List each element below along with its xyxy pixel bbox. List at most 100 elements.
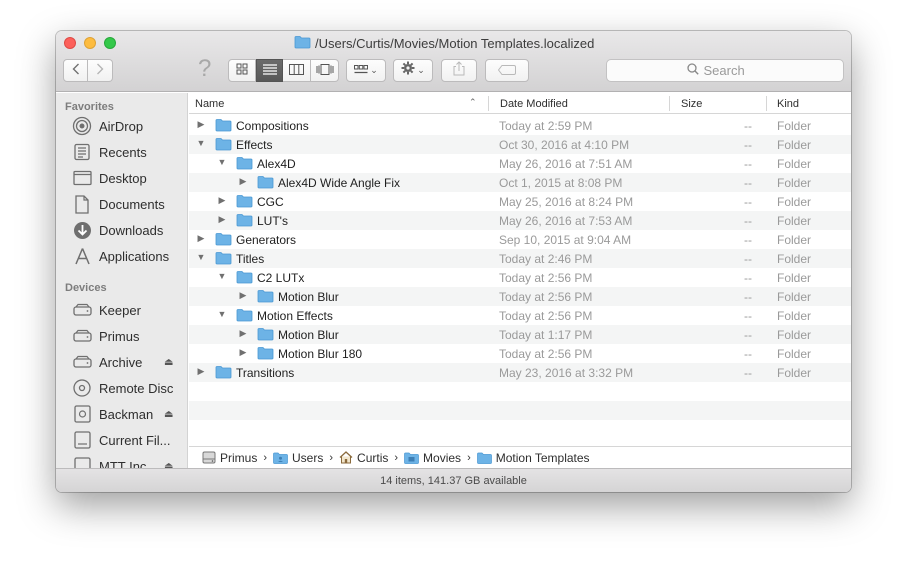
back-button[interactable] <box>63 59 88 82</box>
file-name: Transitions <box>236 366 295 380</box>
file-size: -- <box>744 366 752 380</box>
sidebar-item-current-files[interactable]: Current Fil... <box>56 427 187 453</box>
eject-icon[interactable]: ⏏ <box>164 461 173 469</box>
path-crumb-motion-templates[interactable]: Motion Templates <box>476 450 590 465</box>
cover-flow-button[interactable] <box>311 59 339 82</box>
file-name: Generators <box>236 233 297 247</box>
sidebar-item-remote-disc[interactable]: Remote Disc <box>56 375 187 401</box>
sidebar-item-label: Current Fil... <box>99 432 171 448</box>
disclosure-expanded-icon[interactable]: ▼ <box>216 271 228 281</box>
eject-icon[interactable]: ⏏ <box>164 409 173 420</box>
eject-icon[interactable]: ⏏ <box>164 357 173 368</box>
sidebar-item-backman[interactable]: Backman ⏏ <box>56 401 187 427</box>
file-name: Motion Effects <box>257 309 333 323</box>
path-crumb-label: Motion Templates <box>495 450 590 465</box>
minimize-button[interactable] <box>84 37 96 49</box>
column-divider[interactable] <box>766 96 767 111</box>
disclosure-collapsed-icon[interactable]: ▶ <box>237 328 249 339</box>
icon-view-button[interactable] <box>228 59 256 82</box>
disclosure-collapsed-icon[interactable]: ▶ <box>237 176 249 187</box>
sidebar-item-keeper[interactable]: Keeper <box>56 297 187 323</box>
file-date: Today at 2:59 PM <box>499 119 593 133</box>
table-row[interactable]: ▶ Motion Blur Today at 2:56 PM -- Folder <box>189 287 851 306</box>
path-crumb-movies[interactable]: Movies <box>404 451 461 465</box>
folder-icon <box>257 289 274 306</box>
folder-icon <box>257 175 274 192</box>
sidebar-item-primus[interactable]: Primus <box>56 323 187 349</box>
folder-icon <box>273 452 288 464</box>
column-view-icon <box>289 62 304 80</box>
disclosure-collapsed-icon[interactable]: ▶ <box>216 214 228 225</box>
help-icon[interactable]: ? <box>198 55 211 83</box>
column-view-button[interactable] <box>283 59 311 82</box>
disclosure-collapsed-icon[interactable]: ▶ <box>237 347 249 358</box>
file-name: Effects <box>236 138 273 152</box>
disclosure-collapsed-icon[interactable]: ▶ <box>195 366 207 377</box>
disclosure-expanded-icon[interactable]: ▼ <box>195 252 207 262</box>
window-title: /Users/Curtis/Movies/Motion Templates.lo… <box>315 36 595 51</box>
sidebar-item-airdrop[interactable]: AirDrop <box>56 113 187 139</box>
share-button[interactable] <box>441 59 477 82</box>
table-row[interactable]: ▶ Compositions Today at 2:59 PM -- Folde… <box>189 116 851 135</box>
table-row[interactable]: ▼ Effects Oct 30, 2016 at 4:10 PM -- Fol… <box>189 135 851 154</box>
path-crumb-users[interactable]: Users <box>273 451 323 465</box>
disclosure-expanded-icon[interactable]: ▼ <box>195 138 207 148</box>
file-date: May 25, 2016 at 8:24 PM <box>499 195 634 209</box>
sidebar-item-documents[interactable]: Documents <box>56 191 187 217</box>
zoom-button[interactable] <box>104 37 116 49</box>
table-row[interactable]: ▶ Motion Blur 180 Today at 2:56 PM -- Fo… <box>189 344 851 363</box>
path-crumb-curtis[interactable]: Curtis <box>339 451 388 465</box>
table-row[interactable]: ▶ CGC May 25, 2016 at 8:24 PM -- Folder <box>189 192 851 211</box>
column-date-label: Date Modified <box>500 97 568 110</box>
arrange-button[interactable]: ⌄ <box>346 59 386 82</box>
sidebar-item-archive[interactable]: Archive ⏏ <box>56 349 187 375</box>
tags-button[interactable] <box>485 59 529 82</box>
sidebar-item-desktop[interactable]: Desktop <box>56 165 187 191</box>
table-row[interactable]: ▶ Transitions May 23, 2016 at 3:32 PM --… <box>189 363 851 382</box>
column-divider[interactable] <box>669 96 670 111</box>
folder-icon <box>215 232 232 249</box>
column-name[interactable]: Name <box>189 93 489 114</box>
action-button[interactable]: ⌄ <box>393 59 433 82</box>
folder-icon <box>257 346 274 363</box>
table-row[interactable]: ▶ Motion Blur Today at 1:17 PM -- Folder <box>189 325 851 344</box>
list-view-button[interactable] <box>256 59 283 82</box>
sidebar-item-recents[interactable]: Recents <box>56 139 187 165</box>
column-header: Name ⌃ Date Modified Size Kind <box>189 93 851 114</box>
column-date-modified[interactable]: Date Modified <box>494 93 674 114</box>
sidebar-item-label: Desktop <box>99 170 147 186</box>
file-date: May 23, 2016 at 3:32 PM <box>499 366 634 380</box>
folder-icon <box>236 194 253 211</box>
table-row[interactable]: ▼ Titles Today at 2:46 PM -- Folder <box>189 249 851 268</box>
path-crumb-primus[interactable]: Primus <box>202 451 257 465</box>
column-size[interactable]: Size <box>675 93 765 114</box>
forward-button[interactable] <box>88 59 113 82</box>
sidebar-item-mtt-inc[interactable]: MTT Inc ⏏ <box>56 453 187 468</box>
folder-icon <box>236 308 253 325</box>
table-row[interactable]: ▼ Motion Effects Today at 2:56 PM -- Fol… <box>189 306 851 325</box>
table-row[interactable]: ▼ C2 LUTx Today at 2:56 PM -- Folder <box>189 268 851 287</box>
disclosure-collapsed-icon[interactable]: ▶ <box>237 290 249 301</box>
disclosure-expanded-icon[interactable]: ▼ <box>216 309 228 319</box>
disclosure-collapsed-icon[interactable]: ▶ <box>195 233 207 244</box>
status-text: 14 items, 141.37 GB available <box>380 474 527 487</box>
column-kind[interactable]: Kind <box>771 93 851 114</box>
table-row[interactable]: ▶ Alex4D Wide Angle Fix Oct 1, 2015 at 8… <box>189 173 851 192</box>
table-row[interactable]: ▶ LUT's May 26, 2016 at 7:53 AM -- Folde… <box>189 211 851 230</box>
search-field[interactable] <box>606 59 844 82</box>
disclosure-expanded-icon[interactable]: ▼ <box>216 157 228 167</box>
table-row[interactable]: ▼ Alex4D May 26, 2016 at 7:51 AM -- Fold… <box>189 154 851 173</box>
file-kind: Folder <box>777 252 812 266</box>
sidebar-item-downloads[interactable]: Downloads <box>56 217 187 243</box>
finder-window: /Users/Curtis/Movies/Motion Templates.lo… <box>56 31 851 492</box>
disclosure-collapsed-icon[interactable]: ▶ <box>216 195 228 206</box>
folder-icon <box>236 156 253 173</box>
disclosure-collapsed-icon[interactable]: ▶ <box>195 119 207 130</box>
column-divider[interactable] <box>488 96 489 111</box>
drive-icon <box>72 326 92 346</box>
sidebar-item-applications[interactable]: Applications <box>56 243 187 269</box>
close-button[interactable] <box>64 37 76 49</box>
search-input[interactable] <box>703 63 764 78</box>
table-row[interactable]: ▶ Generators Sep 10, 2015 at 9:04 AM -- … <box>189 230 851 249</box>
tag-icon <box>497 62 516 80</box>
